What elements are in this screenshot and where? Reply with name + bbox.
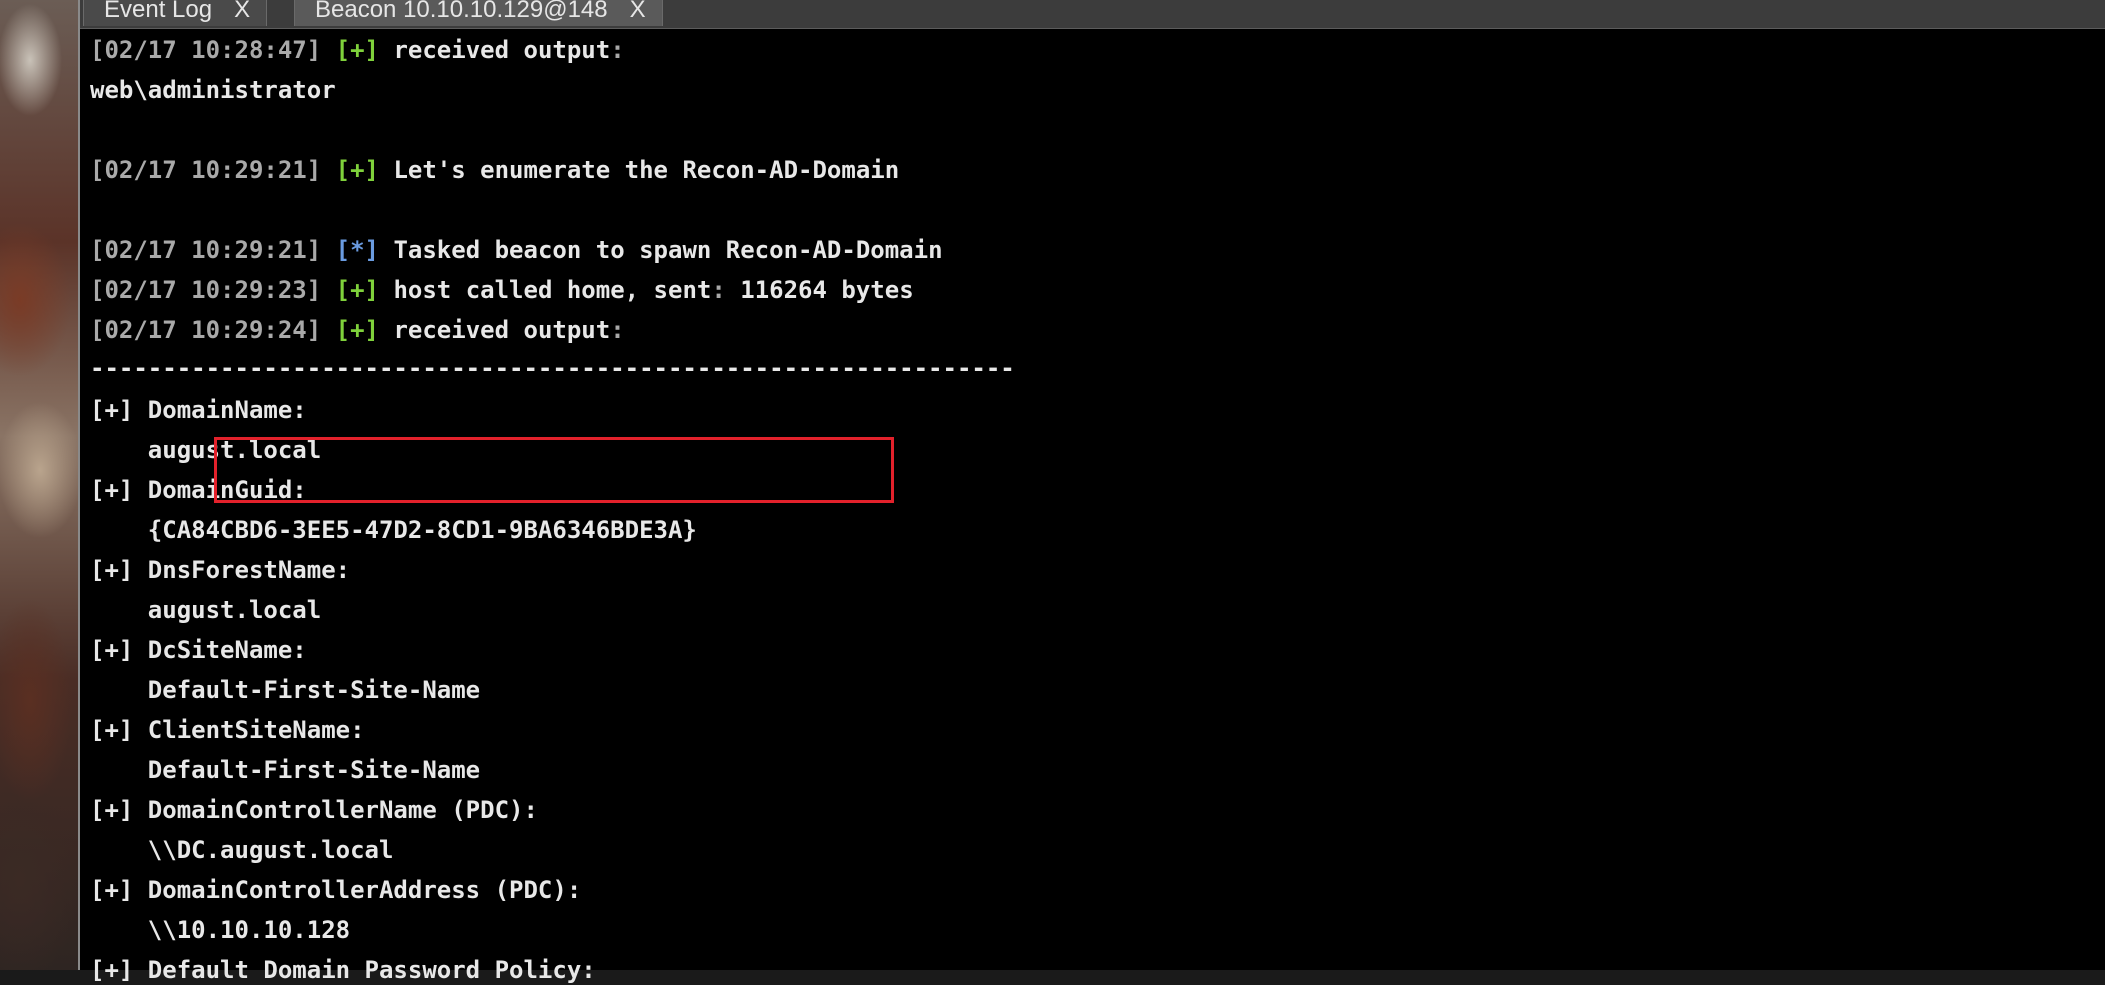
message: received output xyxy=(393,316,611,344)
message: received output xyxy=(393,36,611,64)
message: host called home, sent xyxy=(393,276,712,304)
close-icon[interactable]: X xyxy=(630,0,646,24)
close-icon[interactable]: X xyxy=(234,0,250,24)
separator-line: ----------------------------------------… xyxy=(90,354,1015,382)
message: Tasked beacon to spawn Recon-AD-Domain xyxy=(393,236,943,264)
beacon-console-window: Event Log X Beacon 10.10.10.129@148 X [0… xyxy=(78,0,2105,984)
result-key: [+] ClientSiteName: xyxy=(90,716,365,744)
output-text: web\administrator xyxy=(90,76,336,104)
message: Let's enumerate the Recon-AD-Domain xyxy=(393,156,900,184)
timestamp: [02/17 10:29:21] xyxy=(90,156,322,184)
result-key: [+] Default Domain Password Policy: xyxy=(90,956,596,984)
console-line: [02/17 10:29:21] [+] Let's enumerate the… xyxy=(90,155,899,185)
timestamp: [02/17 10:29:21] xyxy=(90,236,322,264)
highlight-box xyxy=(214,437,894,503)
console-line: [02/17 10:29:23] [+] host called home, s… xyxy=(90,276,914,304)
result-value: \\DC.august.local xyxy=(90,836,394,864)
desktop-background xyxy=(0,0,78,970)
status-tag: [+] xyxy=(335,276,379,304)
status-tag: [+] xyxy=(335,316,379,344)
result-key: [+] DomainControllerName (PDC): xyxy=(90,796,538,824)
tab-event-log[interactable]: Event Log X xyxy=(83,0,268,26)
console-line: [02/17 10:29:21] [*] Tasked beacon to sp… xyxy=(90,235,943,265)
result-value: {CA84CBD6-3EE5-47D2-8CD1-9BA6346BDE3A} xyxy=(90,516,697,544)
result-key: [+] DcSiteName: xyxy=(90,636,307,664)
result-value: august.local xyxy=(90,596,322,624)
timestamp: [02/17 10:29:23] xyxy=(90,276,322,304)
result-key: [+] DomainControllerAddress (PDC): xyxy=(90,876,582,904)
console-line: web\administrator xyxy=(90,75,336,105)
console-output[interactable]: [02/17 10:28:47] [+] received output: we… xyxy=(90,32,2090,984)
tab-beacon[interactable]: Beacon 10.10.10.129@148 X xyxy=(294,0,663,26)
status-tag: [+] xyxy=(335,156,379,184)
result-value: \\10.10.10.128 xyxy=(90,916,351,944)
result-value: Default-First-Site-Name xyxy=(90,756,481,784)
bytes-value: 116264 bytes xyxy=(740,276,914,304)
tab-label: Beacon 10.10.10.129@148 xyxy=(315,0,608,23)
result-key: [+] DomainName: xyxy=(90,396,307,424)
tab-label: Event Log xyxy=(104,0,213,23)
timestamp: [02/17 10:28:47] xyxy=(90,36,322,64)
console-line: [02/17 10:28:47] [+] received output: xyxy=(90,36,625,64)
status-tag: [+] xyxy=(335,36,379,64)
console-line: [02/17 10:29:24] [+] received output: xyxy=(90,316,625,344)
result-value: Default-First-Site-Name xyxy=(90,676,481,704)
timestamp: [02/17 10:29:24] xyxy=(90,316,322,344)
status-tag: [*] xyxy=(335,236,379,264)
tab-bar: Event Log X Beacon 10.10.10.129@148 X xyxy=(80,0,2105,29)
result-key: [+] DnsForestName: xyxy=(90,556,351,584)
